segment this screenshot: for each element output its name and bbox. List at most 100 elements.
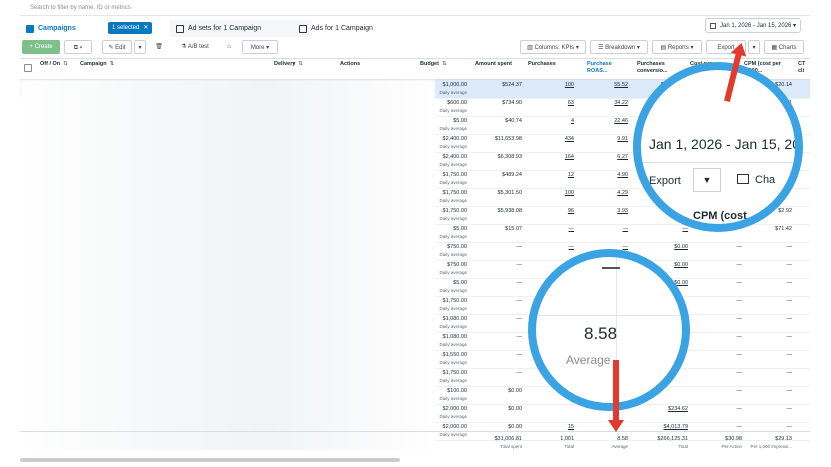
col-purchase-roas[interactable]: Purchase ROAS... <box>587 61 631 75</box>
ab-test-label: A/B test <box>187 44 209 50</box>
col-off-on-label: Off / On <box>40 61 61 67</box>
conversion-value-cell[interactable]: $0.00 <box>650 244 688 250</box>
charts-button[interactable]: ▦ Charts <box>764 40 804 54</box>
col-campaign-label: Campaign <box>80 61 107 67</box>
cost-per-purchase-cell: — <box>736 298 743 304</box>
col-off-on[interactable]: Off / On ⇅ <box>40 61 68 68</box>
cpm-cell: — <box>786 262 793 268</box>
edit-dropdown-button[interactable]: ▾ <box>134 40 146 54</box>
zoom-callout-average: 8.58 Average <box>528 249 690 411</box>
col-campaign[interactable]: Campaign ⇅ ▾ <box>80 61 295 68</box>
sort-icon: ⇅ <box>63 61 68 67</box>
tab-bar: Campaigns 1 selected ✕ Ad sets for 1 Camp… <box>20 18 810 38</box>
purchase-roas-cell[interactable]: 3.93 <box>592 208 628 214</box>
amount-spent-cell: $524.37 <box>502 82 522 88</box>
tab-ads-label: Ads for 1 Campaign <box>311 25 373 32</box>
cpm-cell: — <box>786 370 793 376</box>
total-purchases-label: Total <box>564 444 574 449</box>
purchase-roas-cell[interactable]: 4.29 <box>592 190 628 196</box>
tag-icon[interactable]: ⌂ <box>222 40 236 54</box>
col-budget[interactable]: Budget ⇅ <box>420 61 468 68</box>
duplicate-button[interactable]: ⧉ ▾ <box>64 40 92 54</box>
purchase-roas-cell[interactable]: 22.46 <box>592 118 628 124</box>
tab-campaigns[interactable]: Campaigns <box>26 20 76 37</box>
col-ct[interactable]: CT cli <box>798 61 810 75</box>
ab-test-button[interactable]: ⚗ A/B test <box>174 40 216 54</box>
conversion-value-cell[interactable]: — <box>650 226 689 232</box>
purchases-cell[interactable]: 4 <box>538 118 574 124</box>
horizontal-scrollbar[interactable] <box>20 458 400 462</box>
flask-icon: ⚗ <box>181 44 188 50</box>
col-ct-label: CT cli <box>798 61 806 74</box>
average-roas-label: Average <box>611 444 628 449</box>
cpm-cell: $71.42 <box>775 226 792 232</box>
purchase-roas-cell[interactable]: 9.91 <box>592 136 628 142</box>
cpm-cell: — <box>786 334 793 340</box>
amount-spent-cell: $11,653.98 <box>494 136 522 142</box>
zoom-divider <box>641 162 795 163</box>
cost-per-purchase-cell: — <box>736 316 743 322</box>
col-actions[interactable]: Actions <box>340 61 420 68</box>
edit-button[interactable]: ✎ Edit <box>102 40 132 54</box>
cpm-cell: — <box>786 316 793 322</box>
create-button[interactable]: + Create <box>22 40 60 54</box>
cost-per-purchase-cell: — <box>736 334 743 340</box>
edit-label: Edit <box>115 45 126 51</box>
amount-spent-cell: $5,301.50 <box>497 190 522 196</box>
purchases-cell[interactable]: 100 <box>538 190 574 196</box>
amount-spent-cell: — <box>516 298 523 304</box>
amount-spent-cell: $734.90 <box>502 100 522 106</box>
selected-badge[interactable]: 1 selected ✕ <box>108 22 153 34</box>
zoom-dash <box>602 267 620 269</box>
purchases-cell[interactable]: 15 <box>538 424 574 430</box>
zoom-average-label: Average <box>566 353 611 367</box>
cost-per-purchase-cell: — <box>736 388 743 394</box>
purchases-cell[interactable]: — <box>538 244 575 250</box>
purchase-roas-cell[interactable]: 6.27 <box>592 154 628 160</box>
purchase-roas-cell[interactable]: 4.90 <box>592 172 628 178</box>
close-icon[interactable]: ✕ <box>143 25 148 31</box>
amount-spent-cell: — <box>516 316 523 322</box>
more-button[interactable]: More ▾ <box>242 40 278 54</box>
col-purchases-label: Purchases <box>528 61 556 67</box>
zoom-cpm-label: CPM (cost <box>693 210 747 222</box>
date-range-picker[interactable]: Jan 1, 2026 - Jan 15, 2026 ▾ <box>705 18 801 33</box>
purchases-cell[interactable]: — <box>538 226 575 232</box>
delete-icon[interactable]: 🗑 <box>152 40 166 54</box>
col-amount-spent[interactable]: Amount spent <box>475 61 523 68</box>
breakdown-button[interactable]: ☰ Breakdown ▾ <box>590 40 648 54</box>
select-all-checkbox[interactable] <box>24 64 32 72</box>
col-purchases[interactable]: Purchases <box>528 61 580 68</box>
purchases-cell[interactable]: 63 <box>538 100 574 106</box>
tab-adsets[interactable]: Ad sets for 1 Campaign <box>170 20 312 37</box>
amount-spent-cell: — <box>516 244 523 250</box>
amount-spent-cell: — <box>516 352 523 358</box>
zoom-average-value: 8.58 <box>584 324 618 343</box>
zoom-charts-label: Cha <box>755 174 776 186</box>
amount-spent-cell: $0.00 <box>508 424 522 430</box>
conversion-value-cell[interactable]: $234.62 <box>650 406 688 412</box>
cost-per-purchase-cell: — <box>736 280 743 286</box>
purchases-cell[interactable]: 100 <box>538 82 574 88</box>
cost-per-purchase-cell: — <box>736 352 743 358</box>
col-delivery[interactable]: Delivery ⇅ <box>274 61 334 68</box>
purchases-cell[interactable]: 12 <box>538 172 574 178</box>
tab-ads[interactable]: Ads for 1 Campaign <box>293 20 439 37</box>
columns-button[interactable]: ▥ Columns: KPIs ▾ <box>520 40 586 54</box>
reports-button[interactable]: ▤ Reports ▾ <box>652 40 702 54</box>
amount-spent-cell: — <box>516 370 523 376</box>
search-input[interactable]: Search to filter by name, ID or metrics <box>20 0 810 16</box>
export-dropdown-button[interactable]: ▾ <box>748 40 760 54</box>
toolbar: + Create ⧉ ▾ ✎ Edit ▾ 🗑 ⚗ A/B test ⌂ Mor… <box>20 39 810 56</box>
zoom-export-label: Export <box>649 175 681 187</box>
purchase-roas-cell[interactable]: — <box>592 226 629 232</box>
purchases-cell[interactable]: 96 <box>538 208 574 214</box>
purchase-roas-cell[interactable]: 34.22 <box>592 100 628 106</box>
purchases-cell[interactable]: 434 <box>538 136 574 142</box>
purchases-cell[interactable]: 164 <box>538 154 574 160</box>
conversion-value-cell[interactable]: $4,013.79 <box>650 424 688 430</box>
cost-per-purchase-cell: — <box>736 370 743 376</box>
purchase-roas-cell[interactable]: 55.52 <box>592 82 628 88</box>
cpm-cell: — <box>786 244 793 250</box>
breakdown-label: Breakdown <box>605 45 636 51</box>
